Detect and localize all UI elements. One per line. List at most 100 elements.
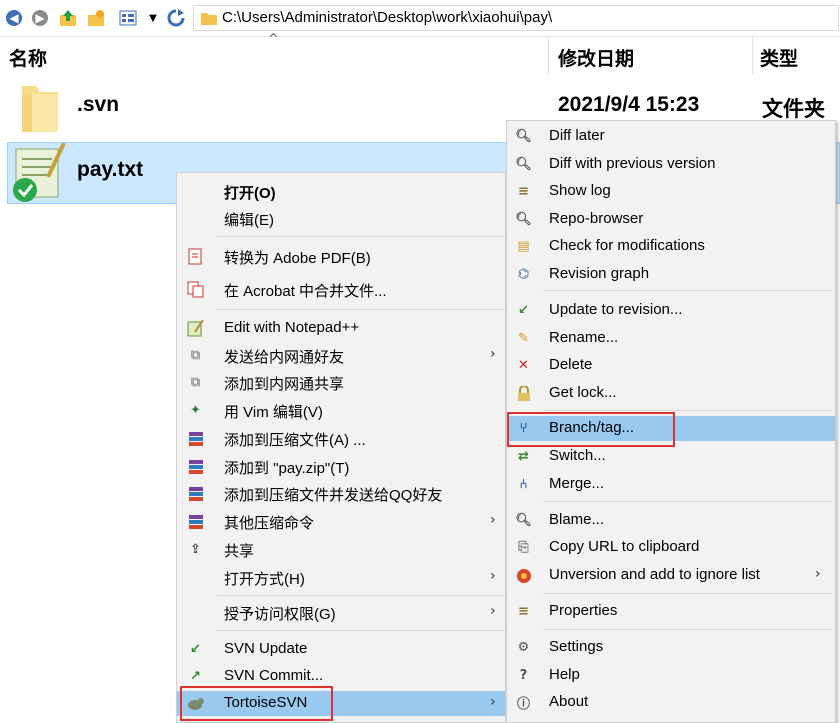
menu-item-label: Help [549,666,580,683]
svn-item-get-lock[interactable]: Get lock... [507,381,837,406]
svn-item-about[interactable]: ⓘ About [507,690,837,715]
menu-item-label: Edit with Notepad++ [224,319,360,336]
blame-icon: 🔍︎ [515,513,532,528]
menu-item-convert-pdf[interactable]: 转换为 Adobe PDF(B) [177,244,507,269]
rename-icon: ✎ [518,331,529,346]
menu-item-grant-access[interactable]: 授予访问权限(G) › [177,600,507,625]
diff-icon: 🔍︎ [515,129,532,144]
ignore-icon [515,567,532,584]
menu-item-add-zip[interactable]: 添加到 "pay.zip"(T) [177,454,507,479]
menu-item-label: Show log [549,182,611,199]
dropdown-icon[interactable]: ▼ [143,8,163,28]
menu-item-svn-update[interactable]: ↙ SVN Update [177,637,507,662]
address-bar[interactable]: C:\Users\Administrator\Desktop\work\xiao… [193,5,839,31]
file-type: 文件夹 [762,97,825,121]
winrar-icon [187,458,204,475]
menu-item-label: SVN Update [224,640,308,657]
menu-item-label: 在 Acrobat 中合并文件... [224,283,387,300]
delete-icon: ✕ [518,358,529,373]
menu-item-add-share[interactable]: ⧉ 添加到内网通共享 [177,370,507,395]
settings-icon: ⚙ [517,640,530,655]
menu-item-label: SVN Commit... [224,667,324,684]
menu-item-other-compress[interactable]: 其他压缩命令 › [177,509,507,534]
back-icon[interactable]: ◀ [4,8,24,28]
svn-item-check-mods[interactable]: ▤ Check for modifications [507,234,837,259]
menu-item-open[interactable]: 打开(O) [177,179,507,204]
lock-icon [515,385,532,402]
annotation-highlight-box [180,686,333,721]
svn-item-settings[interactable]: ⚙ Settings [507,635,837,660]
menu-item-share[interactable]: ⇪ 共享 [177,537,507,562]
properties-icon: ≡ [518,604,529,619]
menu-item-label: Diff with previous version [549,155,716,172]
share-net-icon: ⧉ [190,375,201,390]
menu-item-label: Delete [549,356,593,373]
help-icon: ? [519,668,528,683]
svn-item-unversion-ignore[interactable]: Unversion and add to ignore list › [507,563,837,588]
file-modified: 2021/9/4 15:23 [558,93,700,116]
svn-update-icon: ↙ [190,642,201,657]
notepad-icon [187,320,204,337]
svn-commit-icon: ↗ [190,669,201,684]
menu-item-label: Unversion and add to ignore list [549,566,760,583]
folder-icon [200,10,218,30]
svn-item-switch[interactable]: ⇄ Switch... [507,444,837,469]
menu-item-add-archive[interactable]: 添加到压缩文件(A) ... [177,426,507,451]
graph-icon: ⌬ [517,267,530,282]
menu-item-label: 共享 [224,543,255,560]
svn-item-delete[interactable]: ✕ Delete [507,353,837,378]
menu-item-label: 添加到压缩文件并发送给QQ好友 [224,487,443,504]
svn-item-update-revision[interactable]: ↙ Update to revision... [507,298,837,323]
menu-item-label: Properties [549,602,618,619]
check-icon: ▤ [517,239,530,254]
repo-icon: 🔍︎ [515,212,532,227]
menu-item-add-send-qq[interactable]: 添加到压缩文件并发送给QQ好友 [177,481,507,506]
menu-item-send-friend[interactable]: ⧉ 发送给内网通好友 › [177,343,507,368]
file-name[interactable]: pay.txt [77,158,143,182]
svn-item-repo-browser[interactable]: 🔍︎ Repo-browser [507,207,837,232]
svn-item-diff-previous[interactable]: 🔍︎ Diff with previous version [507,152,837,177]
svn-item-help[interactable]: ? Help [507,663,837,688]
menu-item-label: Diff later [549,127,605,144]
svn-item-show-log[interactable]: ≡ Show log [507,179,837,204]
annotation-highlight-box [507,412,675,447]
svn-item-blame[interactable]: 🔍︎ Blame... [507,508,837,533]
menu-item-edit[interactable]: 编辑(E) [177,206,507,231]
menu-item-label: Copy URL to clipboard [549,538,700,555]
svn-item-copy-url[interactable]: ⎘ Copy URL to clipboard [507,535,837,560]
chevron-right-icon: › [490,568,496,584]
up-folder-icon[interactable] [58,8,78,28]
svn-item-diff-later[interactable]: 🔍︎ Diff later [507,124,837,149]
folder-icon [20,80,60,140]
menu-item-label: 编辑(E) [224,212,274,229]
svn-item-properties[interactable]: ≡ Properties [507,599,837,624]
menu-item-label: 添加到内网通共享 [224,376,345,393]
svn-item-revision-graph[interactable]: ⌬ Revision graph [507,262,837,287]
vim-icon: ✦ [190,403,201,418]
share-icon: ⇪ [190,542,201,557]
chevron-right-icon: › [490,694,496,710]
menu-item-vim[interactable]: ✦ 用 Vim 编辑(V) [177,398,507,423]
svn-item-rename[interactable]: ✎ Rename... [507,326,837,351]
refresh-icon[interactable] [166,8,186,28]
column-name[interactable]: 名称 [9,44,47,71]
diff-icon: 🔍︎ [515,157,532,172]
new-folder-icon[interactable] [86,8,106,28]
pdf-icon [187,248,204,265]
menu-item-label: About [549,693,589,710]
column-modified[interactable]: 修改日期 [558,44,634,71]
menu-item-label: 用 Vim 编辑(V) [224,404,323,421]
menu-item-label: Switch... [549,447,606,464]
menu-item-acrobat-combine[interactable]: 在 Acrobat 中合并文件... [177,277,507,302]
svn-item-merge[interactable]: ⑃ Merge... [507,472,837,497]
winrar-icon [187,485,204,502]
view-icon[interactable] [118,8,138,28]
send-icon: ⧉ [190,348,201,363]
sort-indicator-icon: ^ [268,32,279,47]
forward-icon[interactable]: ▶ [30,8,50,28]
menu-item-notepadpp[interactable]: Edit with Notepad++ [177,316,507,341]
file-name[interactable]: .svn [77,93,119,117]
menu-item-open-with[interactable]: 打开方式(H) › [177,565,507,590]
column-type[interactable]: 类型 [760,44,798,71]
about-icon: ⓘ [516,697,530,712]
